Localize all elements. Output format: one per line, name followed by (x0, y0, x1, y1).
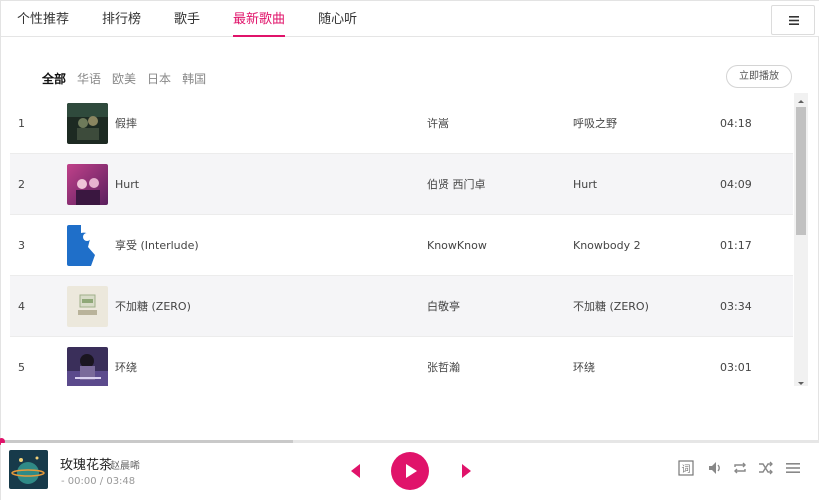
region-filters: 全部 华语 欧美 日本 韩国 (42, 70, 217, 87)
song-title: 假摔 (115, 117, 137, 130)
playlist-button[interactable] (785, 460, 801, 480)
lyrics-icon: 词 (678, 460, 694, 476)
album-cover (67, 164, 108, 205)
tab-bar: 个性推荐 排行榜 歌手 最新歌曲 随心听 (9, 1, 382, 37)
song-row[interactable]: 5 环绕 张哲瀚 环绕 03:01 (10, 337, 793, 386)
song-duration: 01:17 (720, 239, 752, 252)
song-number: 3 (18, 239, 25, 252)
song-duration: 04:18 (720, 117, 752, 130)
filter-korea[interactable]: 韩国 (182, 70, 206, 87)
song-artist[interactable]: KnowKnow (427, 215, 487, 276)
svg-text:词: 词 (681, 464, 690, 475)
now-playing-artist[interactable]: 赵晨唏 (110, 457, 140, 472)
tab-random-listen[interactable]: 随心听 (310, 1, 365, 37)
tab-charts[interactable]: 排行榜 (94, 1, 149, 37)
filter-chinese[interactable]: 华语 (77, 70, 101, 87)
lyrics-button[interactable]: 词 (678, 460, 694, 480)
scroll-up-arrow-icon[interactable] (794, 93, 808, 105)
song-artist[interactable]: 伯贤 西门卓 (427, 154, 486, 215)
previous-button[interactable] (349, 463, 361, 483)
song-row[interactable]: 1 假摔 许嵩 呼吸之野 04:18 (10, 93, 793, 154)
menu-button[interactable] (771, 5, 815, 35)
now-playing-title: 玫瑰花茶 (60, 458, 113, 473)
filter-all[interactable]: 全部 (42, 70, 66, 87)
song-album[interactable]: Hurt (573, 154, 597, 215)
next-icon (462, 464, 471, 478)
song-row[interactable]: 3 享受 (Interlude) KnowKnow Knowbody 2 01:… (10, 215, 793, 276)
song-duration: 03:01 (720, 361, 752, 374)
list-scrollbar[interactable] (794, 93, 808, 386)
song-number: 5 (18, 361, 25, 374)
song-duration: 04:09 (720, 178, 752, 191)
volume-icon (709, 462, 720, 474)
volume-button[interactable] (707, 460, 723, 480)
now-playing-time: - 00:00 / 03:48 (61, 476, 136, 487)
album-cover (67, 286, 108, 327)
tab-recommend[interactable]: 个性推荐 (9, 1, 77, 37)
song-number: 4 (18, 300, 25, 313)
repeat-icon (734, 462, 746, 474)
repeat-button[interactable] (732, 460, 748, 480)
song-title: 不加糖 (ZERO) (115, 300, 191, 313)
song-album[interactable]: 呼吸之野 (573, 93, 617, 154)
shuffle-button[interactable] (758, 460, 774, 480)
song-artist[interactable]: 张哲瀚 (427, 337, 460, 386)
song-row[interactable]: 2 Hurt 伯贤 西门卓 Hurt 04:09 (10, 154, 793, 215)
song-artist[interactable]: 许嵩 (427, 93, 449, 154)
song-album[interactable]: 不加糖 (ZERO) (573, 276, 649, 337)
song-number: 1 (18, 117, 25, 130)
now-playing-cover[interactable] (9, 450, 48, 489)
hamburger-icon (789, 16, 799, 25)
previous-icon (351, 464, 360, 478)
top-nav: 个性推荐 排行榜 歌手 最新歌曲 随心听 (1, 1, 819, 37)
tab-artists[interactable]: 歌手 (166, 1, 208, 37)
song-duration: 03:34 (720, 300, 752, 313)
playlist-icon (786, 463, 800, 473)
album-cover (67, 225, 108, 266)
play-button[interactable] (391, 452, 429, 490)
album-cover (67, 103, 108, 144)
play-all-button[interactable]: 立即播放 (726, 65, 792, 88)
song-album[interactable]: 环绕 (573, 337, 595, 386)
song-number: 2 (18, 178, 25, 191)
song-row[interactable]: 4 不加糖 (ZERO) 白敬亭 不加糖 (ZERO) 03:34 (10, 276, 793, 337)
player-bar: 玫瑰花茶 赵晨唏 - 00:00 / 03:48 词 (1, 443, 819, 500)
scroll-thumb[interactable] (796, 107, 806, 235)
filter-western[interactable]: 欧美 (112, 70, 136, 87)
song-list: 1 假摔 许嵩 呼吸之野 04:18 2 Hurt 伯贤 西门卓 Hurt 04… (10, 93, 793, 386)
scroll-down-arrow-icon[interactable] (794, 374, 808, 386)
song-title: Hurt (115, 178, 140, 191)
song-title: 享受 (Interlude) (115, 239, 199, 252)
filter-japan[interactable]: 日本 (147, 70, 171, 87)
app-window: 个性推荐 排行榜 歌手 最新歌曲 随心听 全部 华语 欧美 日本 韩国 立即播放… (0, 0, 819, 500)
song-title: 环绕 (115, 361, 137, 374)
next-button[interactable] (461, 463, 473, 483)
shuffle-icon (759, 461, 773, 475)
play-icon (406, 464, 417, 478)
tab-new-songs[interactable]: 最新歌曲 (225, 1, 293, 37)
song-artist[interactable]: 白敬亭 (427, 276, 460, 337)
album-cover (67, 347, 108, 386)
song-album[interactable]: Knowbody 2 (573, 215, 641, 276)
